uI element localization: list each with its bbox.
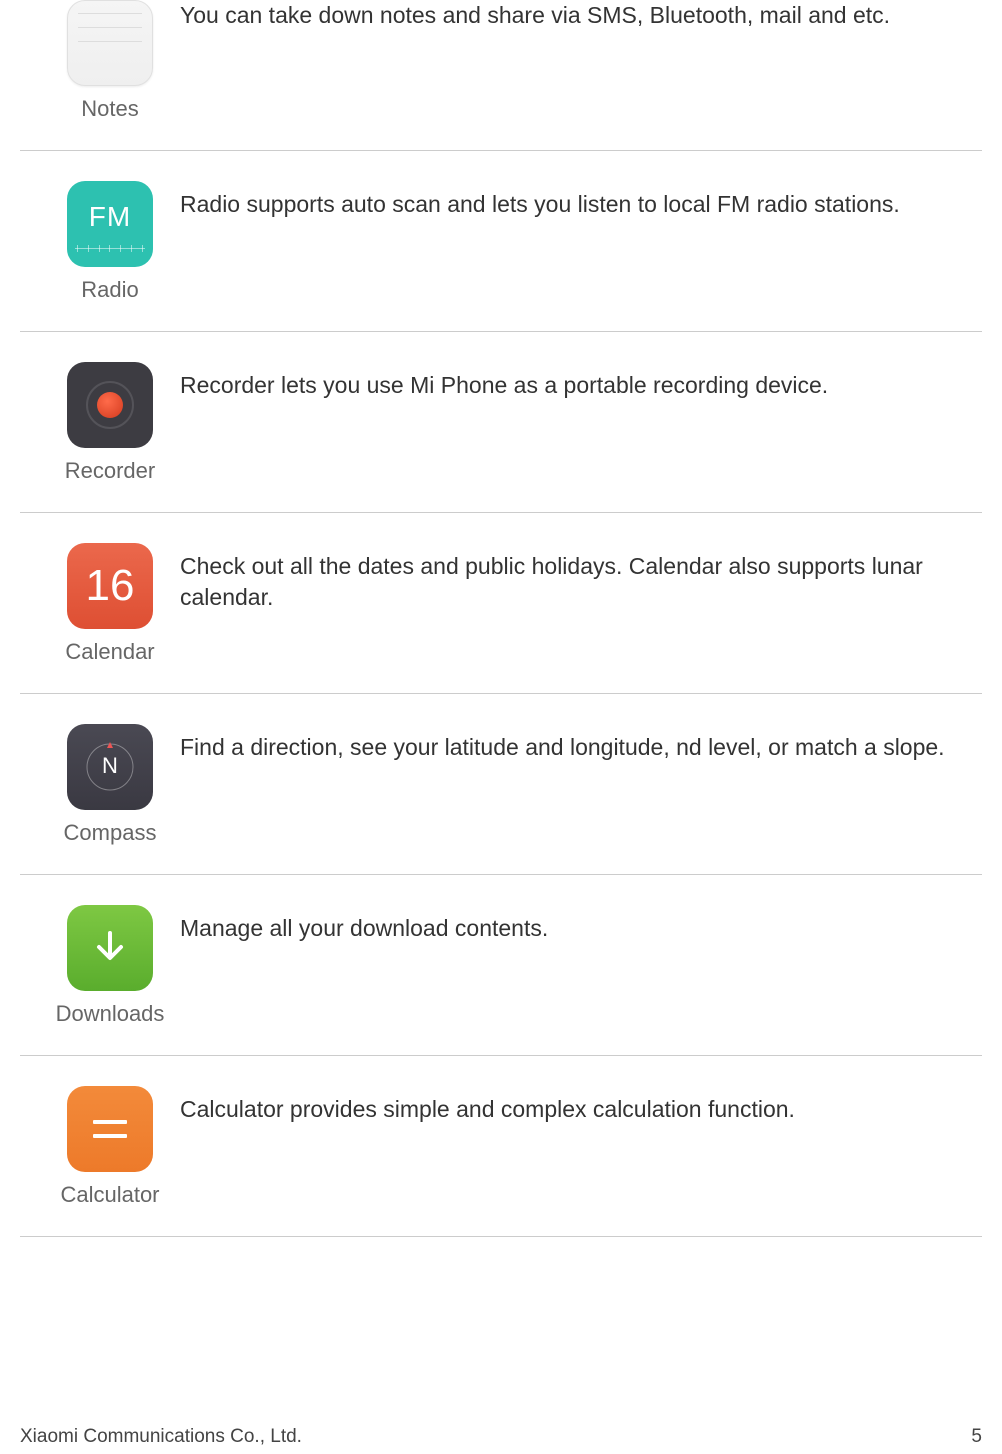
icon-label: Downloads [56,1001,165,1027]
svg-text:N: N [102,753,118,778]
icon-label: Calculator [60,1182,159,1208]
notes-icon [67,0,153,86]
item-description: Manage all your download contents. [180,905,982,944]
icon-label: Recorder [65,458,155,484]
icon-label: Calendar [65,639,154,665]
compass-icon: N [67,724,153,810]
list-item-recorder: Recorder Recorder lets you use Mi Phone … [20,332,982,513]
icon-block: Notes [20,0,180,122]
radio-icon: FM [67,181,153,267]
list-item-compass: N Compass Find a direction, see your lat… [20,694,982,875]
icon-block: Downloads [20,905,180,1027]
downloads-icon [67,905,153,991]
app-list: Notes You can take down notes and share … [0,0,1002,1237]
item-description: Radio supports auto scan and lets you li… [180,181,982,220]
radio-fm-text: FM [89,201,131,233]
icon-block: Recorder [20,362,180,484]
calendar-icon: 16 [67,543,153,629]
recorder-icon [67,362,153,448]
icon-block: Calculator [20,1086,180,1208]
item-description: Recorder lets you use Mi Phone as a port… [180,362,982,401]
list-item-notes: Notes You can take down notes and share … [20,0,982,151]
item-description: Check out all the dates and public holid… [180,543,982,613]
icon-block: FM Radio [20,181,180,303]
list-item-calendar: 16 Calendar Check out all the dates and … [20,513,982,694]
footer-page-number: 5 [971,1426,982,1448]
icon-block: N Compass [20,724,180,846]
calculator-icon [67,1086,153,1172]
footer-company: Xiaomi Communications Co., Ltd. [20,1426,302,1448]
list-item-downloads: Downloads Manage all your download conte… [20,875,982,1056]
item-description: You can take down notes and share via SM… [180,0,982,31]
icon-block: 16 Calendar [20,543,180,665]
calendar-number: 16 [86,561,135,611]
page-footer: Xiaomi Communications Co., Ltd. 5 [20,1426,982,1448]
icon-label: Notes [81,96,138,122]
list-item-radio: FM Radio Radio supports auto scan and le… [20,151,982,332]
icon-label: Compass [64,820,157,846]
icon-label: Radio [81,277,138,303]
item-description: Find a direction, see your latitude and … [180,724,982,763]
item-description: Calculator provides simple and complex c… [180,1086,982,1125]
list-item-calculator: Calculator Calculator provides simple an… [20,1056,982,1237]
